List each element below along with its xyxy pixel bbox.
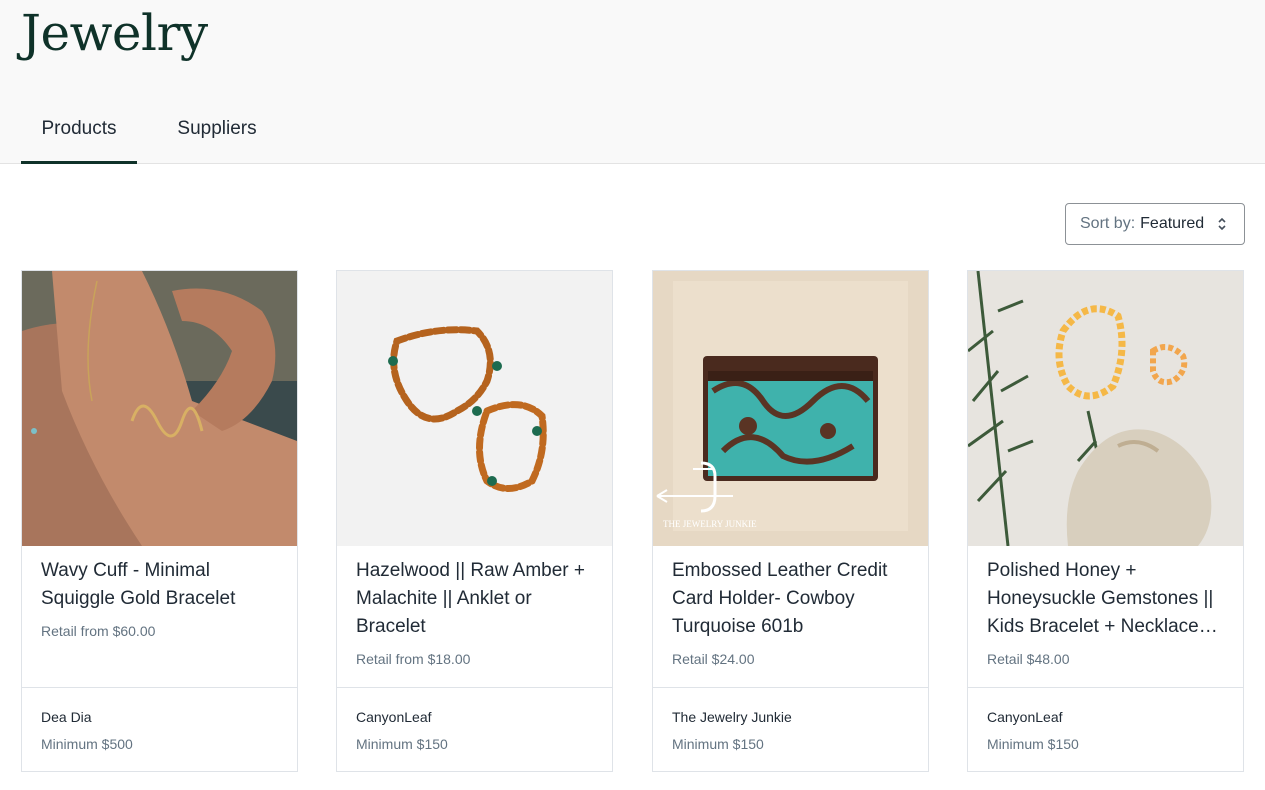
product-card[interactable]: Wavy Cuff - Minimal Squiggle Gold Bracel… (21, 270, 298, 772)
sort-label: Sort by: (1080, 215, 1136, 232)
product-price: Retail $24.00 (672, 651, 755, 667)
order-minimum: Minimum $150 (987, 736, 1079, 752)
tab-bar: Products Suppliers (21, 104, 297, 164)
product-photo-card-holder: THE JEWELRY JUNKIE (653, 271, 928, 546)
card-divider (968, 687, 1243, 688)
tab-suppliers[interactable]: Suppliers (137, 104, 297, 164)
product-image[interactable]: THE JEWELRY JUNKIE (653, 271, 928, 546)
sort-arrows-icon (1218, 217, 1226, 231)
product-price: Retail $48.00 (987, 651, 1070, 667)
supplier-name[interactable]: CanyonLeaf (356, 709, 432, 725)
page-header: Jewelry Products Suppliers (0, 0, 1265, 164)
order-minimum: Minimum $150 (672, 736, 764, 752)
product-card[interactable]: Polished Honey + Honeysuckle Gemstones |… (967, 270, 1244, 772)
product-card[interactable]: THE JEWELRY JUNKIE Embossed Leather Cred… (652, 270, 929, 772)
product-title[interactable]: Wavy Cuff - Minimal Squiggle Gold Bracel… (41, 557, 281, 613)
product-image[interactable] (337, 271, 612, 546)
jewelry-junkie-wordmark: THE JEWELRY JUNKIE (663, 519, 757, 529)
supplier-name[interactable]: The Jewelry Junkie (672, 709, 792, 725)
product-title[interactable]: Hazelwood || Raw Amber + Malachite || An… (356, 557, 596, 641)
product-photo-honey-bracelet (968, 271, 1243, 546)
product-photo-cuff (22, 271, 297, 546)
sort-select[interactable]: Sort by: Featured (1065, 203, 1245, 245)
page-title: Jewelry (21, 4, 208, 62)
card-divider (653, 687, 928, 688)
product-title[interactable]: Polished Honey + Honeysuckle Gemstones |… (987, 557, 1227, 641)
product-card[interactable]: Hazelwood || Raw Amber + Malachite || An… (336, 270, 613, 772)
product-image[interactable] (968, 271, 1243, 546)
order-minimum: Minimum $150 (356, 736, 448, 752)
product-price: Retail from $60.00 (41, 623, 156, 639)
sort-value: Featured (1140, 215, 1205, 232)
product-photo-amber-bracelets (337, 271, 612, 546)
supplier-name[interactable]: Dea Dia (41, 709, 92, 725)
supplier-name[interactable]: CanyonLeaf (987, 709, 1063, 725)
card-divider (22, 687, 297, 688)
tab-products[interactable]: Products (21, 104, 137, 164)
product-image[interactable] (22, 271, 297, 546)
card-divider (337, 687, 612, 688)
order-minimum: Minimum $500 (41, 736, 133, 752)
product-price: Retail from $18.00 (356, 651, 471, 667)
product-title[interactable]: Embossed Leather Credit Card Holder- Cow… (672, 557, 912, 641)
